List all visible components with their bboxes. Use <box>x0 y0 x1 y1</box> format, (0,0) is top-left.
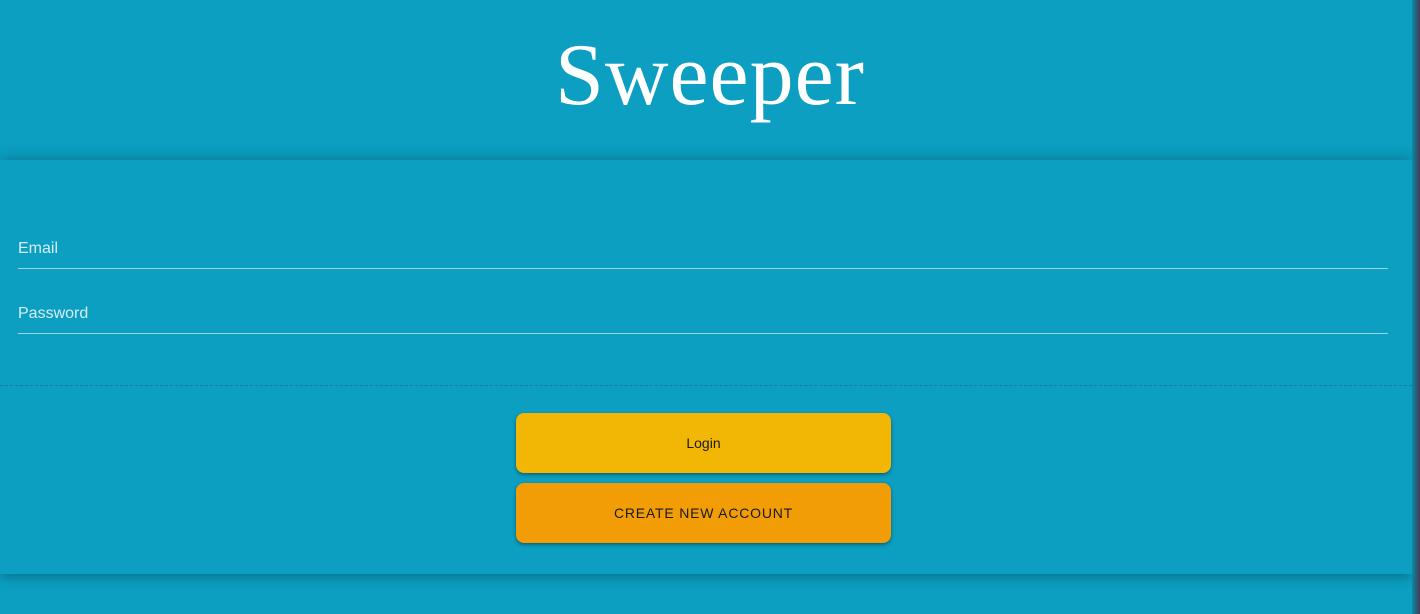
password-field[interactable] <box>18 305 1388 334</box>
email-field[interactable] <box>18 240 1388 269</box>
form-divider <box>0 385 1412 386</box>
login-button[interactable]: Login <box>516 413 891 473</box>
login-card: Login CREATE NEW ACCOUNT <box>0 160 1412 574</box>
window-edge <box>1412 0 1420 614</box>
app-title: Sweeper <box>555 27 865 124</box>
email-input[interactable] <box>18 240 1388 268</box>
create-account-button[interactable]: CREATE NEW ACCOUNT <box>516 483 891 543</box>
password-input[interactable] <box>18 305 1388 333</box>
app-header: Sweeper <box>0 0 1420 160</box>
